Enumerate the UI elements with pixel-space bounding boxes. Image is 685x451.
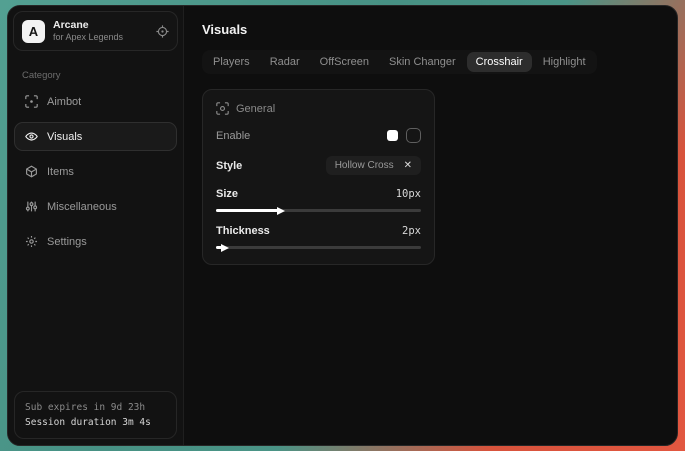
sidebar-item-label: Aimbot <box>47 96 81 108</box>
enable-controls <box>387 128 421 143</box>
style-row: Style Hollow Cross ✕ <box>216 156 421 175</box>
sidebar-item-aimbot[interactable]: Aimbot <box>14 87 177 116</box>
sidebar-item-label: Miscellaneous <box>47 201 117 213</box>
style-label: Style <box>216 160 242 172</box>
sub-expires-text: Sub expires in 9d 23h <box>25 400 166 415</box>
enable-label: Enable <box>216 130 250 142</box>
sidebar-item-settings[interactable]: Settings <box>14 227 177 256</box>
sidebar-nav: Aimbot Visuals Items <box>8 87 183 256</box>
thickness-slider[interactable] <box>216 246 421 249</box>
thickness-slider-thumb[interactable] <box>221 244 229 252</box>
thickness-slider-fill <box>216 246 222 249</box>
app-titles: Arcane for Apex Legends <box>53 19 148 43</box>
sliders-icon <box>24 200 38 213</box>
tab-crosshair[interactable]: Crosshair <box>467 52 532 72</box>
sidebar-item-visuals[interactable]: Visuals <box>14 122 177 151</box>
session-duration-text: Session duration 3m 4s <box>25 415 166 430</box>
general-panel: General Enable Style Hollow Cross ✕ Size… <box>202 89 435 265</box>
category-label: Category <box>8 56 183 87</box>
tab-skin-changer[interactable]: Skin Changer <box>380 52 465 72</box>
target-icon[interactable] <box>156 25 169 38</box>
thickness-label: Thickness <box>216 225 270 237</box>
tab-radar[interactable]: Radar <box>261 52 309 72</box>
enable-row: Enable <box>216 128 421 143</box>
size-value: 10px <box>396 188 421 200</box>
sidebar: A Arcane for Apex Legends Category <box>8 6 184 445</box>
sidebar-header: A Arcane for Apex Legends <box>13 11 178 51</box>
thickness-row: Thickness 2px <box>216 225 421 237</box>
sidebar-item-label: Visuals <box>47 131 82 143</box>
sidebar-item-label: Items <box>47 166 74 178</box>
style-select[interactable]: Hollow Cross ✕ <box>326 156 421 175</box>
style-selected-value: Hollow Cross <box>335 160 394 171</box>
color-swatch[interactable] <box>387 130 398 141</box>
size-slider[interactable] <box>216 209 421 212</box>
scan-icon <box>216 102 229 115</box>
app-window: A Arcane for Apex Legends Category <box>7 5 678 446</box>
app-name: Arcane <box>53 19 148 32</box>
panel-header: General <box>216 102 421 115</box>
sidebar-item-items[interactable]: Items <box>14 157 177 186</box>
thickness-value: 2px <box>402 225 421 237</box>
size-slider-thumb[interactable] <box>277 207 285 215</box>
box-icon <box>24 165 38 178</box>
sidebar-spacer <box>8 256 183 384</box>
size-slider-fill <box>216 209 278 212</box>
sidebar-item-label: Settings <box>47 236 87 248</box>
enable-checkbox[interactable] <box>406 128 421 143</box>
tab-highlight[interactable]: Highlight <box>534 52 595 72</box>
page-title: Visuals <box>202 22 659 37</box>
sidebar-item-miscellaneous[interactable]: Miscellaneous <box>14 192 177 221</box>
tab-offscreen[interactable]: OffScreen <box>311 52 378 72</box>
panel-title: General <box>236 103 275 115</box>
eye-icon <box>24 130 38 143</box>
tab-players[interactable]: Players <box>204 52 259 72</box>
size-row: Size 10px <box>216 188 421 200</box>
gear-icon <box>24 235 38 248</box>
app-logo: A <box>22 20 45 43</box>
sidebar-footer: Sub expires in 9d 23h Session duration 3… <box>14 391 177 439</box>
main-content: Visuals Players Radar OffScreen Skin Cha… <box>184 6 677 445</box>
size-label: Size <box>216 188 238 200</box>
clear-icon[interactable]: ✕ <box>404 161 412 171</box>
crosshair-icon <box>24 95 38 108</box>
app-subtitle: for Apex Legends <box>53 32 148 43</box>
tab-bar: Players Radar OffScreen Skin Changer Cro… <box>202 50 597 74</box>
